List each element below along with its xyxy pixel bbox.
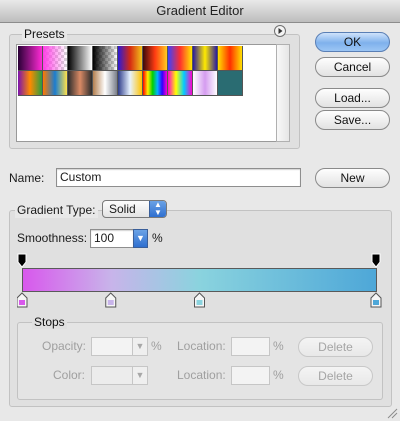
color-dropdown-icon: ▼ (132, 366, 148, 385)
color-stop[interactable] (17, 292, 28, 308)
opacity-stop[interactable] (371, 253, 381, 268)
color-delete-button: Delete (298, 366, 373, 386)
preset-swatch[interactable] (93, 71, 118, 96)
color-location-field (231, 366, 270, 385)
smoothness-unit: % (152, 231, 163, 245)
preset-swatch[interactable] (143, 46, 168, 71)
preset-swatch[interactable] (18, 71, 43, 96)
preset-swatch[interactable] (93, 46, 118, 71)
preset-swatch[interactable] (143, 71, 168, 96)
preset-swatch[interactable] (193, 46, 218, 71)
preset-swatch[interactable] (218, 46, 243, 71)
stops-group (17, 322, 383, 400)
opacity-location-unit: % (273, 339, 284, 353)
preset-swatch[interactable] (168, 46, 193, 71)
name-label: Name: (9, 171, 45, 185)
stops-label: Stops (32, 315, 67, 329)
window-title: Gradient Editor (0, 0, 400, 23)
color-field: ▼ (91, 366, 148, 385)
color-label: Color: (53, 368, 86, 382)
name-field[interactable]: Custom (56, 168, 301, 187)
color-stop[interactable] (194, 292, 205, 308)
ok-button[interactable]: OK (315, 32, 390, 52)
gradient-type-label: Gradient Type: (15, 202, 98, 218)
updown-arrows-icon: ▲ ▼ (149, 201, 166, 217)
circle-arrow-right-icon (278, 28, 283, 34)
resize-grip-icon[interactable] (386, 407, 398, 419)
preset-swatch[interactable] (168, 71, 193, 96)
presets-label: Presets (22, 27, 67, 41)
smoothness-dropdown-icon[interactable]: ▼ (133, 229, 148, 248)
color-stop[interactable] (370, 292, 382, 308)
preset-swatch[interactable] (193, 71, 218, 96)
opacity-label: Opacity: (42, 339, 87, 353)
preset-swatch[interactable] (118, 71, 143, 96)
gradient-type-select[interactable]: Solid ▲ ▼ (102, 200, 167, 218)
opacity-stops-track[interactable] (17, 252, 383, 268)
opacity-delete-button: Delete (298, 337, 373, 357)
gradient-type-value: Solid (109, 202, 136, 216)
presets-scrollbar[interactable] (276, 44, 290, 142)
load-button[interactable]: Load... (315, 88, 390, 108)
preset-swatch[interactable] (118, 46, 143, 71)
gradient-preview-bar[interactable] (22, 268, 377, 292)
color-location-unit: % (273, 368, 284, 382)
opacity-location-field (231, 337, 270, 356)
preset-swatch[interactable] (68, 46, 93, 71)
save-button[interactable]: Save... (315, 110, 390, 130)
preset-swatch[interactable] (43, 71, 68, 96)
smoothness-field[interactable]: 100 ▼ (90, 229, 148, 248)
preset-swatch[interactable] (43, 46, 68, 71)
preset-swatch-fill (93, 46, 117, 70)
opacity-dropdown-icon: ▼ (132, 337, 148, 356)
smoothness-label: Smoothness: (17, 231, 88, 245)
preset-swatch-fill (43, 46, 67, 70)
opacity-unit: % (151, 339, 162, 353)
preset-swatch[interactable] (68, 71, 93, 96)
color-stops-track[interactable] (17, 292, 383, 308)
opacity-stop[interactable] (17, 253, 27, 268)
preset-swatch[interactable] (218, 71, 243, 96)
smoothness-value[interactable]: 100 (90, 229, 134, 248)
cancel-button[interactable]: Cancel (315, 57, 390, 77)
opacity-field: ▼ (91, 337, 148, 356)
color-swatch (91, 366, 133, 385)
new-button[interactable]: New (315, 168, 390, 188)
presets-list[interactable] (16, 44, 277, 142)
color-stop[interactable] (105, 292, 117, 308)
presets-swatch-grid (18, 46, 243, 102)
preset-swatch[interactable] (18, 46, 43, 71)
presets-menu-button[interactable] (274, 25, 286, 37)
opacity-value (91, 337, 133, 356)
color-location-label: Location: (177, 368, 226, 382)
opacity-location-label: Location: (177, 339, 226, 353)
